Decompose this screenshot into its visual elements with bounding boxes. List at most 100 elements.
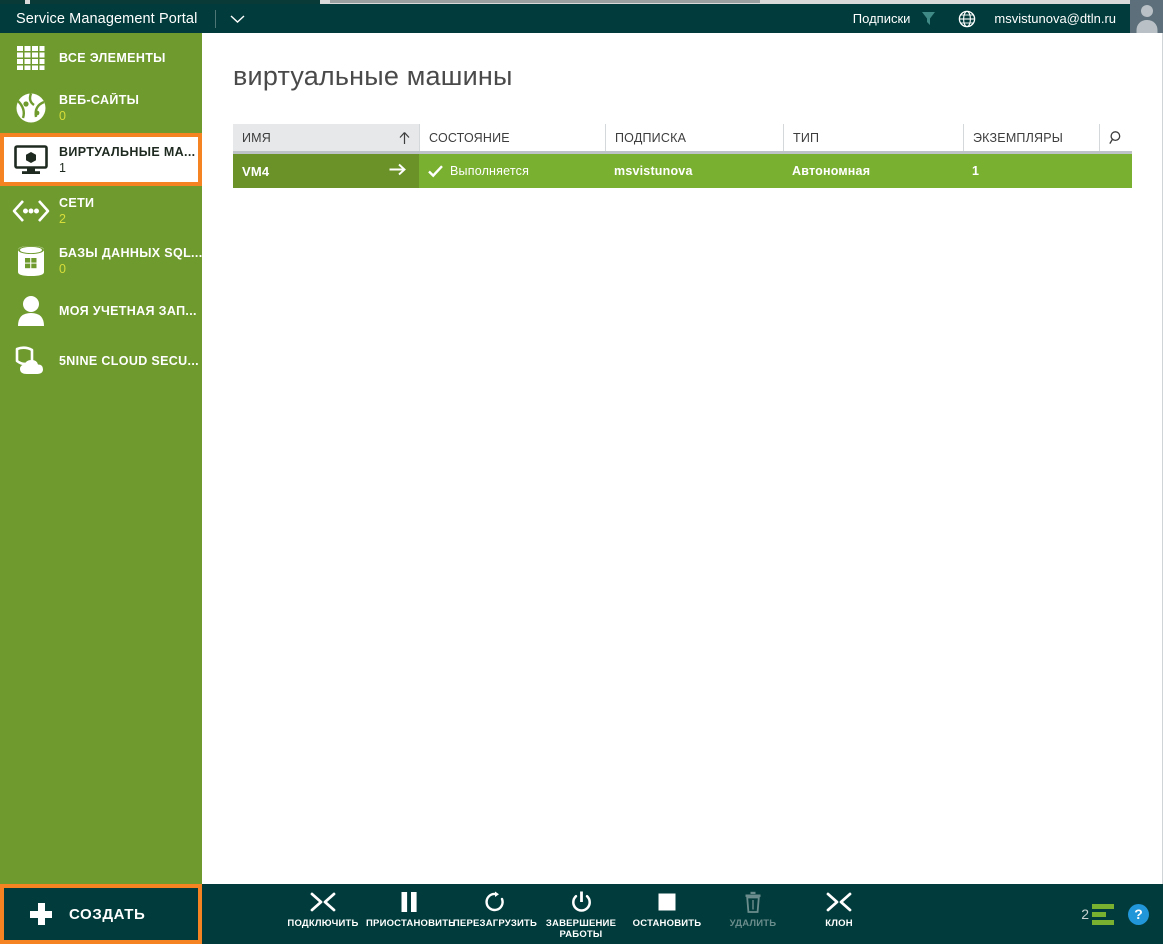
avatar-head [1140,5,1153,17]
virtual-machine-icon [10,139,52,181]
cell-instances: 1 [963,154,1099,188]
sidebar-item-count: 1 [59,160,66,175]
activity-log-count: 2 [1081,906,1089,922]
filter-icon[interactable] [919,10,937,28]
sidebar-item-text: 5NINE CLOUD SECU... [59,354,199,368]
shield-cloud-icon [10,340,52,382]
column-header-type[interactable]: ТИП [783,124,963,151]
pause-button[interactable]: ПРИОСТАНОВИТЬ [366,884,456,944]
header-divider [215,9,217,28]
command-label: ПЕРЕЗАГРУЗИТЬ [452,918,538,929]
create-button[interactable]: СОЗДАТЬ [0,884,202,944]
restart-button[interactable]: ПЕРЕЗАГРУЗИТЬ [452,884,538,944]
vm-instances-label: 1 [972,164,980,178]
vm-type-label: Автономная [792,164,871,178]
command-label: ЗАВЕРШЕНИЕ РАБОТЫ [545,918,617,940]
arrow-right-icon[interactable] [389,163,406,179]
vm-name-label: VM4 [242,163,270,179]
top-edge-segment-right [330,0,760,3]
cell-subscription: msvistunova [605,154,783,188]
sidebar-item-text: БАЗЫ ДАННЫХ SQL... 0 [59,246,202,276]
clone-button[interactable]: КЛОН [796,884,882,944]
app-title: Service Management Portal [16,10,198,27]
sidebar-item-count: 2 [59,212,66,226]
vm-subscription-label: msvistunova [614,164,693,178]
sidebar-item-label: ВИРТУАЛЬНЫЕ МА... [59,144,196,159]
column-header-subscription[interactable]: ПОДПИСКА [605,124,783,151]
vm-state-label: Выполняется [450,164,530,178]
connect-button[interactable]: ПОДКЛЮЧИТЬ [280,884,366,944]
user-email-label[interactable]: msvistunova@dtln.ru [994,11,1116,26]
column-header-label: СОСТОЯНИЕ [429,130,510,145]
sidebar-item-networks[interactable]: СЕТИ 2 [0,186,202,236]
cell-spacer [1099,154,1132,188]
sort-ascending-icon [399,131,410,144]
sidebar-item-virtual-machines[interactable]: ВИРТУАЛЬНЫЕ МА... 1 [0,133,202,186]
command-label: УДАЛИТЬ [729,918,777,929]
plus-icon [30,903,52,925]
clone-icon [826,890,852,914]
help-icon[interactable]: ? [1128,903,1149,925]
column-header-label: ИМЯ [242,130,272,145]
sidebar-item-all-items[interactable]: ВСЕ ЭЛЕМЕНТЫ [0,33,202,83]
search-icon[interactable] [1099,124,1132,151]
avatar[interactable] [1130,0,1163,33]
avatar-body [1136,20,1157,33]
column-header-name[interactable]: ИМЯ [233,124,419,151]
globe-web-icon [10,87,52,129]
column-header-instances[interactable]: ЭКЗЕМПЛЯРЫ [963,124,1099,151]
person-icon [10,290,52,332]
sidebar-item-label: БАЗЫ ДАННЫХ SQL... [59,246,202,260]
log-bar [1092,903,1114,909]
pause-icon [399,890,419,914]
sidebar-item-label: МОЯ УЧЕТНАЯ ЗАП... [59,304,197,318]
network-icon [10,190,52,232]
chevron-down-icon[interactable] [229,11,245,27]
virtual-machines-table: ИМЯ СОСТОЯНИЕ ПОДПИСКА ТИП ЭКЗЕМПЛЯРЫ VM… [233,124,1132,188]
sidebar-item-count: 0 [59,109,66,123]
delete-button[interactable]: УДАЛИТЬ [710,884,796,944]
command-label: КЛОН [825,918,853,929]
column-header-label: ТИП [793,130,820,145]
restart-icon [484,890,506,914]
sidebar-item-text: СЕТИ 2 [59,196,94,226]
grid-icon [10,37,52,79]
command-bar: СОЗДАТЬ ПОДКЛЮЧИТЬ ПРИОСТАНОВИТЬ ПЕРЕЗАГ… [0,884,1163,944]
command-label: ОСТАНОВИТЬ [632,918,702,929]
main-content: виртуальные машины ИМЯ СОСТОЯНИЕ ПОДПИСК… [202,33,1163,884]
sidebar-item-my-account[interactable]: МОЯ УЧЕТНАЯ ЗАП... [0,286,202,336]
sidebar-item-web-sites[interactable]: ВЕБ-САЙТЫ 0 [0,83,202,133]
table-header-row: ИМЯ СОСТОЯНИЕ ПОДПИСКА ТИП ЭКЗЕМПЛЯРЫ [233,124,1132,154]
activity-log-icon[interactable] [1092,903,1114,925]
app-header: Service Management Portal Подписки msvis… [0,0,1163,33]
cell-name[interactable]: VM4 [233,154,419,188]
create-button-label: СОЗДАТЬ [69,905,146,923]
sidebar-item-text: ВЕБ-САЙТЫ 0 [59,93,139,123]
stop-icon [657,890,677,914]
command-label: ПРИОСТАНОВИТЬ [366,918,456,929]
column-header-label: ПОДПИСКА [615,130,687,145]
subscriptions-label[interactable]: Подписки [853,11,911,26]
service-management-portal: Service Management Portal Подписки msvis… [0,0,1163,944]
sidebar-item-label: 5NINE CLOUD SECU... [59,354,199,368]
sidebar-item-label: ВЕБ-САЙТЫ [59,93,140,107]
sql-database-icon [10,240,52,282]
connect-icon [310,890,336,914]
column-header-label: ЭКЗЕМПЛЯРЫ [973,130,1064,145]
stop-button[interactable]: ОСТАНОВИТЬ [624,884,710,944]
log-bar [1092,911,1106,917]
checkmark-icon [428,164,443,178]
table-row[interactable]: VM4 Выполняется msvistunova Автономная 1 [233,154,1132,188]
sidebar-item-label: СЕТИ [59,196,95,210]
log-bar [1092,919,1114,925]
page-title: виртуальные машины [233,61,513,91]
column-header-state[interactable]: СОСТОЯНИЕ [419,124,605,151]
cell-state: Выполняется [419,154,605,188]
globe-icon[interactable] [957,9,976,28]
command-label: ПОДКЛЮЧИТЬ [287,918,359,929]
cell-type: Автономная [783,154,963,188]
sidebar-item-sql-databases[interactable]: БАЗЫ ДАННЫХ SQL... 0 [0,236,202,286]
shutdown-button[interactable]: ЗАВЕРШЕНИЕ РАБОТЫ [538,884,624,944]
header-right-group: Подписки msvistunova@dtln.ru [853,0,1163,33]
sidebar-item-5nine-cloud-security[interactable]: 5NINE CLOUD SECU... [0,336,202,386]
